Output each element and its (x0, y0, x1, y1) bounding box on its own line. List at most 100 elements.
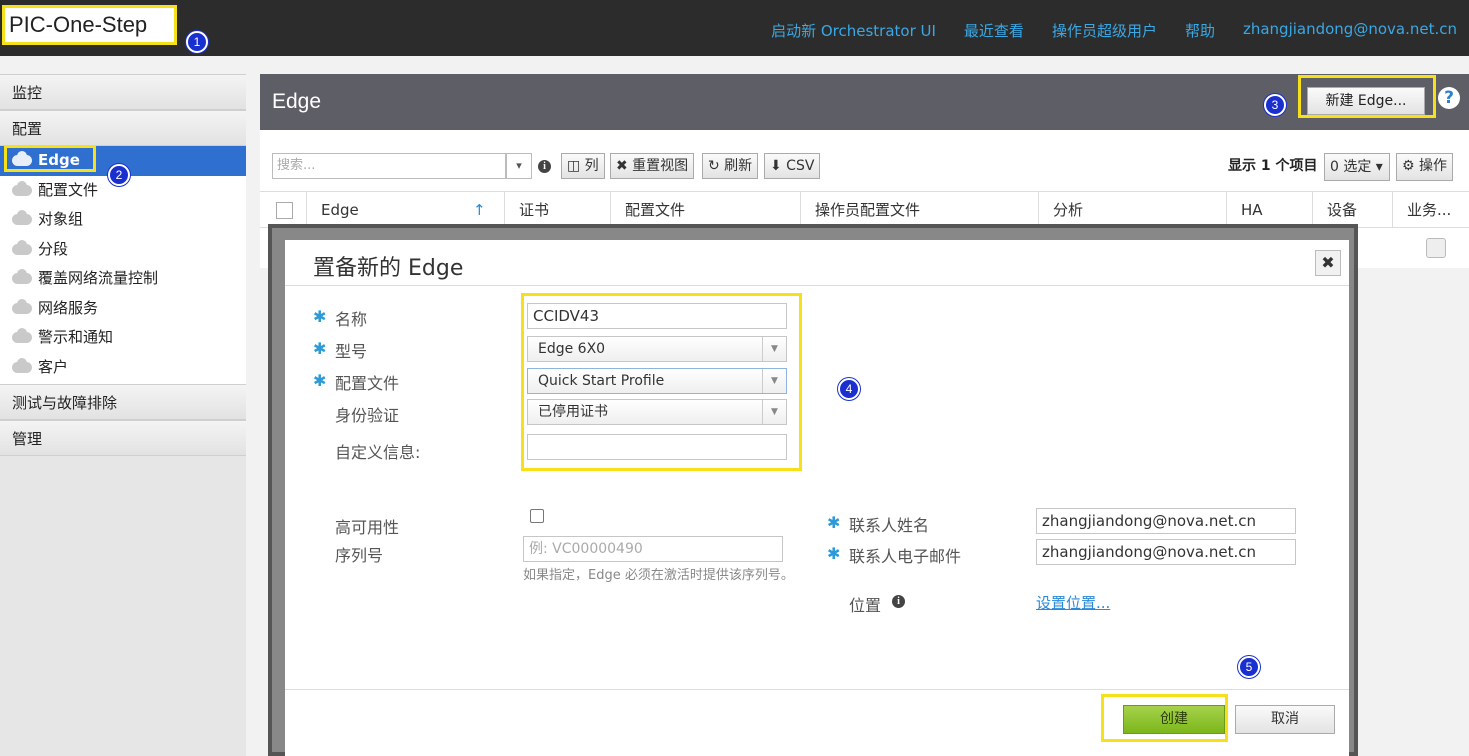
sidebar-item-label: 警示和通知 (38, 328, 114, 346)
actions-button[interactable]: ⚙ 操作 (1396, 153, 1454, 181)
sidebar-section-test[interactable]: 测试与故障排除 (0, 384, 246, 420)
selected-dropdown[interactable]: 0 选定 ▾ (1324, 153, 1390, 181)
model-select[interactable]: Edge 6X0 ▼ (527, 336, 787, 362)
sidebar-item-alerts[interactable]: 警示和通知 (0, 323, 246, 353)
sidebar-item-label: 配置文件 (38, 180, 99, 199)
serial-label: 序列号 (335, 546, 384, 565)
sidebar-item-label: 覆盖网络流量控制 (38, 269, 159, 287)
contact-name-label: 联系人姓名 (849, 516, 930, 535)
set-location-link[interactable]: 设置位置... (1036, 592, 1110, 613)
custom-info-field[interactable] (527, 434, 787, 460)
sort-ascending-icon[interactable]: ↑ (473, 192, 486, 228)
reset-view-button[interactable]: ✖ 重置视图 (610, 153, 695, 179)
page-title: Edge (272, 90, 322, 113)
help-icon[interactable]: ? (1438, 87, 1460, 109)
step-marker-1: 1 (186, 31, 208, 53)
column-device[interactable]: 设备 (1312, 192, 1392, 228)
top-nav: 启动新 Orchestrator UI 最近查看 操作员超级用户 帮助 zhan… (771, 20, 1457, 41)
column-label: Edge (321, 201, 359, 219)
info-icon[interactable]: i (538, 160, 551, 173)
dialog-title: 置备新的 Edge (313, 256, 464, 281)
provision-edge-dialog: 置备新的 Edge ✖ ✱ 名称 CCIDV43 ✱ 型号 Edge 6X0 ▼… (285, 240, 1349, 756)
sidebar-item-overlay-flow-control[interactable]: 覆盖网络流量控制 (0, 264, 246, 294)
profile-label: 配置文件 (335, 374, 400, 393)
cloud-icon (12, 269, 32, 285)
search-input[interactable]: 搜索... (272, 153, 506, 179)
cancel-button[interactable]: 取消 (1235, 705, 1335, 734)
auth-select[interactable]: 已停用证书 ▼ (527, 399, 787, 425)
custom-info-label: 自定义信息: (335, 443, 421, 462)
chevron-down-icon: ▼ (762, 337, 786, 361)
contact-email-field[interactable]: zhangjiandong@nova.net.cn (1036, 539, 1296, 565)
top-bar: PIC-One-Step 启动新 Orchestrator UI 最近查看 操作… (0, 0, 1469, 56)
column-analytics[interactable]: 分析 (1038, 192, 1226, 228)
cloud-icon (12, 210, 32, 226)
table-toolbar: 搜索... ▾ i ◫ 列 ✖ 重置视图 ↻ 刷新 ⬇ CSV 显示 1 个项目… (260, 130, 1469, 192)
cloud-icon (12, 298, 32, 314)
dialog-body: ✱ 名称 CCIDV43 ✱ 型号 Edge 6X0 ▼ ✱ 配置文件 Quic… (285, 285, 1349, 690)
column-certificate[interactable]: 证书 (504, 192, 610, 228)
sidebar-item-label: 对象组 (38, 210, 84, 228)
sidebar-item-network-services[interactable]: 网络服务 (0, 294, 246, 324)
sidebar-section-admin[interactable]: 管理 (0, 420, 246, 456)
cloud-icon (12, 239, 32, 255)
name-label: 名称 (335, 310, 368, 329)
cloud-icon (12, 151, 32, 167)
info-icon[interactable]: i (892, 595, 905, 608)
app-title: PIC-One-Step (2, 5, 177, 45)
column-operator-profile[interactable]: 操作员配置文件 (800, 192, 1038, 228)
model-select-value: Edge 6X0 (538, 341, 606, 357)
ha-label: 高可用性 (335, 518, 400, 537)
top-nav-operator-superuser[interactable]: 操作员超级用户 (1052, 20, 1157, 41)
auth-label: 身份验证 (335, 406, 400, 425)
required-icon: ✱ (313, 371, 327, 390)
top-nav-recent[interactable]: 最近查看 (964, 20, 1024, 41)
serial-field[interactable]: 例: VC00000490 (523, 536, 783, 562)
sidebar-item-segments[interactable]: 分段 (0, 235, 246, 265)
column-profile[interactable]: 配置文件 (610, 192, 800, 228)
create-button[interactable]: 创建 (1123, 705, 1225, 734)
required-icon: ✱ (827, 544, 841, 563)
sidebar-item-label: 分段 (38, 239, 69, 258)
sidebar-section-monitor[interactable]: 监控 (0, 74, 246, 110)
top-nav-user[interactable]: zhangjiandong@nova.net.cn (1243, 20, 1457, 41)
profile-select[interactable]: Quick Start Profile ▼ (527, 368, 787, 394)
columns-button[interactable]: ◫ 列 (561, 153, 605, 179)
csv-button[interactable]: ⬇ CSV (764, 153, 821, 179)
new-edge-button[interactable]: 新建 Edge... (1307, 87, 1425, 115)
top-nav-launch-new-ui[interactable]: 启动新 Orchestrator UI (771, 20, 936, 41)
chevron-down-icon: ▼ (762, 369, 786, 393)
contact-name-field[interactable]: zhangjiandong@nova.net.cn (1036, 508, 1296, 534)
contact-email-label: 联系人电子邮件 (849, 547, 962, 566)
sidebar-item-customers[interactable]: 客户 (0, 353, 246, 383)
location-label: 位置 (849, 596, 882, 615)
sidebar-item-object-groups[interactable]: 对象组 (0, 205, 246, 235)
step-marker-4: 4 (838, 378, 860, 400)
table-header: Edge ↑ 证书 配置文件 操作员配置文件 分析 HA 设备 业务... (260, 192, 1469, 228)
item-count: 显示 1 个项目 (1228, 158, 1318, 174)
page-header: Edge 新建 Edge... ? (260, 74, 1469, 130)
step-marker-5: 5 (1238, 656, 1260, 678)
column-edge[interactable]: Edge ↑ (306, 192, 506, 228)
search-dropdown-button[interactable]: ▾ (506, 153, 532, 179)
select-all-checkbox[interactable] (276, 202, 293, 219)
certificate-badge-icon (1426, 238, 1446, 258)
profile-select-value: Quick Start Profile (538, 373, 665, 389)
sidebar-item-label: 客户 (38, 357, 69, 376)
cloud-icon (12, 180, 32, 196)
column-business[interactable]: 业务... (1392, 192, 1469, 228)
required-icon: ✱ (313, 339, 327, 358)
sidebar-section-config[interactable]: 配置 (0, 110, 246, 146)
name-field[interactable]: CCIDV43 (527, 303, 787, 329)
ha-checkbox[interactable] (530, 509, 544, 523)
required-icon: ✱ (827, 513, 841, 532)
cloud-icon (12, 328, 32, 344)
refresh-button[interactable]: ↻ 刷新 (702, 153, 759, 179)
close-icon[interactable]: ✖ (1315, 250, 1341, 276)
top-nav-help[interactable]: 帮助 (1185, 20, 1215, 41)
column-ha[interactable]: HA (1226, 192, 1312, 228)
sidebar-item-label: 网络服务 (38, 298, 99, 317)
step-marker-2: 2 (108, 164, 130, 186)
model-label: 型号 (335, 342, 368, 361)
auth-select-value: 已停用证书 (538, 404, 608, 420)
